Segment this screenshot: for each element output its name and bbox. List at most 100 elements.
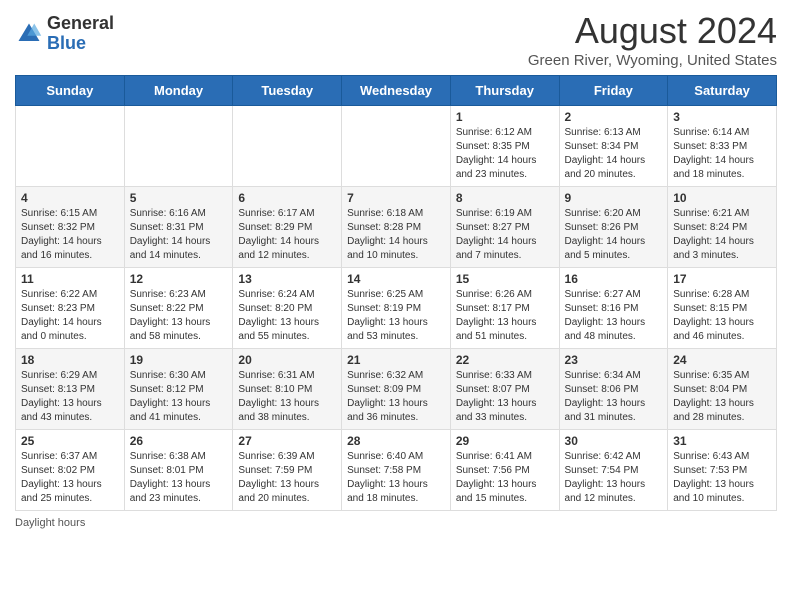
calendar-cell: 28 Sunrise: 6:40 AM Sunset: 7:58 PM Dayli… (342, 430, 451, 511)
day-info: Sunrise: 6:37 AM Sunset: 8:02 PM Dayligh… (21, 450, 119, 506)
day-info: Sunrise: 6:43 AM Sunset: 7:53 PM Dayligh… (673, 450, 771, 506)
day-number: 14 (347, 272, 445, 286)
day-info: Sunrise: 6:28 AM Sunset: 8:15 PM Dayligh… (673, 288, 771, 344)
calendar-cell: 19 Sunrise: 6:30 AM Sunset: 8:12 PM Dayli… (124, 349, 233, 430)
calendar-day-header: Tuesday (233, 76, 342, 106)
calendar-cell: 12Sunrise: 6:23 AM Sunset: 8:22 PM Dayli… (124, 268, 233, 349)
calendar-cell: 11 Sunrise: 6:22 AM Sunset: 8:23 PM Dayli… (16, 268, 125, 349)
calendar-cell: 9 Sunrise: 6:20 AM Sunset: 8:26 PM Daylig… (559, 187, 668, 268)
day-info: Sunrise: 6:27 AM Sunset: 8:16 PM Dayligh… (565, 288, 663, 344)
calendar-cell: 2Sunrise: 6:13 AM Sunset: 8:34 PM Daylig… (559, 106, 668, 187)
calendar-cell: 18 Sunrise: 6:29 AM Sunset: 8:13 PM Dayli… (16, 349, 125, 430)
calendar-cell: 10 Sunrise: 6:21 AM Sunset: 8:24 PM Dayli… (668, 187, 777, 268)
day-info: Sunrise: 6:20 AM Sunset: 8:26 PM Dayligh… (565, 207, 663, 263)
calendar-cell: 8Sunrise: 6:19 AM Sunset: 8:27 PM Daylig… (450, 187, 559, 268)
day-info: Sunrise: 6:33 AM Sunset: 8:07 PM Dayligh… (456, 369, 554, 425)
page-header: General Blue August 2024 Green River, Wy… (15, 10, 777, 69)
day-number: 5 (130, 191, 228, 205)
day-number: 23 (565, 353, 663, 367)
calendar-cell (233, 106, 342, 187)
day-number: 15 (456, 272, 554, 286)
day-number: 1 (456, 110, 554, 124)
day-info: Sunrise: 6:17 AM Sunset: 8:29 PM Dayligh… (238, 207, 336, 263)
calendar-day-header: Monday (124, 76, 233, 106)
day-number: 17 (673, 272, 771, 286)
day-info: Sunrise: 6:18 AM Sunset: 8:28 PM Dayligh… (347, 207, 445, 263)
calendar-week-row: 1 Sunrise: 6:12 AM Sunset: 8:35 PM Daylig… (16, 106, 777, 187)
calendar-cell: 23Sunrise: 6:34 AM Sunset: 8:06 PM Dayli… (559, 349, 668, 430)
day-number: 10 (673, 191, 771, 205)
day-number: 11 (21, 272, 119, 286)
calendar-day-header: Saturday (668, 76, 777, 106)
logo-blue-text: Blue (47, 33, 86, 53)
day-info: Sunrise: 6:41 AM Sunset: 7:56 PM Dayligh… (456, 450, 554, 506)
day-number: 7 (347, 191, 445, 205)
day-info: Sunrise: 6:39 AM Sunset: 7:59 PM Dayligh… (238, 450, 336, 506)
calendar-cell: 14Sunrise: 6:25 AM Sunset: 8:19 PM Dayli… (342, 268, 451, 349)
calendar-cell: 13Sunrise: 6:24 AM Sunset: 8:20 PM Dayli… (233, 268, 342, 349)
calendar-week-row: 4Sunrise: 6:15 AM Sunset: 8:32 PM Daylig… (16, 187, 777, 268)
day-number: 9 (565, 191, 663, 205)
day-info: Sunrise: 6:14 AM Sunset: 8:33 PM Dayligh… (673, 126, 771, 182)
calendar-cell: 29 Sunrise: 6:41 AM Sunset: 7:56 PM Dayli… (450, 430, 559, 511)
calendar-cell: 20 Sunrise: 6:31 AM Sunset: 8:10 PM Dayli… (233, 349, 342, 430)
day-info: Sunrise: 6:22 AM Sunset: 8:23 PM Dayligh… (21, 288, 119, 344)
day-number: 26 (130, 434, 228, 448)
calendar-header-row: SundayMondayTuesdayWednesdayThursdayFrid… (16, 76, 777, 106)
day-number: 3 (673, 110, 771, 124)
day-number: 20 (238, 353, 336, 367)
calendar-week-row: 25 Sunrise: 6:37 AM Sunset: 8:02 PM Dayli… (16, 430, 777, 511)
calendar-cell: 4Sunrise: 6:15 AM Sunset: 8:32 PM Daylig… (16, 187, 125, 268)
day-info: Sunrise: 6:42 AM Sunset: 7:54 PM Dayligh… (565, 450, 663, 506)
day-number: 13 (238, 272, 336, 286)
calendar-cell: 26Sunrise: 6:38 AM Sunset: 8:01 PM Dayli… (124, 430, 233, 511)
day-info: Sunrise: 6:32 AM Sunset: 8:09 PM Dayligh… (347, 369, 445, 425)
day-info: Sunrise: 6:40 AM Sunset: 7:58 PM Dayligh… (347, 450, 445, 506)
day-number: 28 (347, 434, 445, 448)
page-title: August 2024 (528, 10, 777, 52)
calendar-day-header: Wednesday (342, 76, 451, 106)
day-number: 6 (238, 191, 336, 205)
day-info: Sunrise: 6:31 AM Sunset: 8:10 PM Dayligh… (238, 369, 336, 425)
day-number: 30 (565, 434, 663, 448)
day-number: 21 (347, 353, 445, 367)
calendar-week-row: 18 Sunrise: 6:29 AM Sunset: 8:13 PM Dayli… (16, 349, 777, 430)
calendar-cell: 1 Sunrise: 6:12 AM Sunset: 8:35 PM Daylig… (450, 106, 559, 187)
day-info: Sunrise: 6:21 AM Sunset: 8:24 PM Dayligh… (673, 207, 771, 263)
day-number: 19 (130, 353, 228, 367)
calendar-day-header: Friday (559, 76, 668, 106)
day-number: 4 (21, 191, 119, 205)
day-number: 31 (673, 434, 771, 448)
logo-icon (15, 20, 43, 48)
day-number: 12 (130, 272, 228, 286)
footer-note: Daylight hours (15, 517, 777, 529)
day-info: Sunrise: 6:30 AM Sunset: 8:12 PM Dayligh… (130, 369, 228, 425)
day-number: 29 (456, 434, 554, 448)
page-subtitle: Green River, Wyoming, United States (528, 52, 777, 69)
calendar-cell: 15Sunrise: 6:26 AM Sunset: 8:17 PM Dayli… (450, 268, 559, 349)
calendar-cell: 24Sunrise: 6:35 AM Sunset: 8:04 PM Dayli… (668, 349, 777, 430)
calendar-cell: 6 Sunrise: 6:17 AM Sunset: 8:29 PM Daylig… (233, 187, 342, 268)
day-number: 2 (565, 110, 663, 124)
day-info: Sunrise: 6:29 AM Sunset: 8:13 PM Dayligh… (21, 369, 119, 425)
calendar-cell: 31 Sunrise: 6:43 AM Sunset: 7:53 PM Dayli… (668, 430, 777, 511)
calendar-cell: 25 Sunrise: 6:37 AM Sunset: 8:02 PM Dayli… (16, 430, 125, 511)
calendar-cell (124, 106, 233, 187)
title-block: August 2024 Green River, Wyoming, United… (528, 10, 777, 69)
day-info: Sunrise: 6:16 AM Sunset: 8:31 PM Dayligh… (130, 207, 228, 263)
day-number: 8 (456, 191, 554, 205)
day-number: 18 (21, 353, 119, 367)
logo-general-text: General (47, 13, 114, 33)
calendar-cell: 21 Sunrise: 6:32 AM Sunset: 8:09 PM Dayli… (342, 349, 451, 430)
day-number: 27 (238, 434, 336, 448)
calendar-cell: 17 Sunrise: 6:28 AM Sunset: 8:15 PM Dayli… (668, 268, 777, 349)
day-info: Sunrise: 6:12 AM Sunset: 8:35 PM Dayligh… (456, 126, 554, 182)
calendar-cell: 7 Sunrise: 6:18 AM Sunset: 8:28 PM Daylig… (342, 187, 451, 268)
calendar-cell: 27 Sunrise: 6:39 AM Sunset: 7:59 PM Dayli… (233, 430, 342, 511)
calendar-day-header: Sunday (16, 76, 125, 106)
day-number: 25 (21, 434, 119, 448)
day-info: Sunrise: 6:35 AM Sunset: 8:04 PM Dayligh… (673, 369, 771, 425)
calendar-cell: 16Sunrise: 6:27 AM Sunset: 8:16 PM Dayli… (559, 268, 668, 349)
calendar-cell: 30 Sunrise: 6:42 AM Sunset: 7:54 PM Dayli… (559, 430, 668, 511)
calendar-day-header: Thursday (450, 76, 559, 106)
